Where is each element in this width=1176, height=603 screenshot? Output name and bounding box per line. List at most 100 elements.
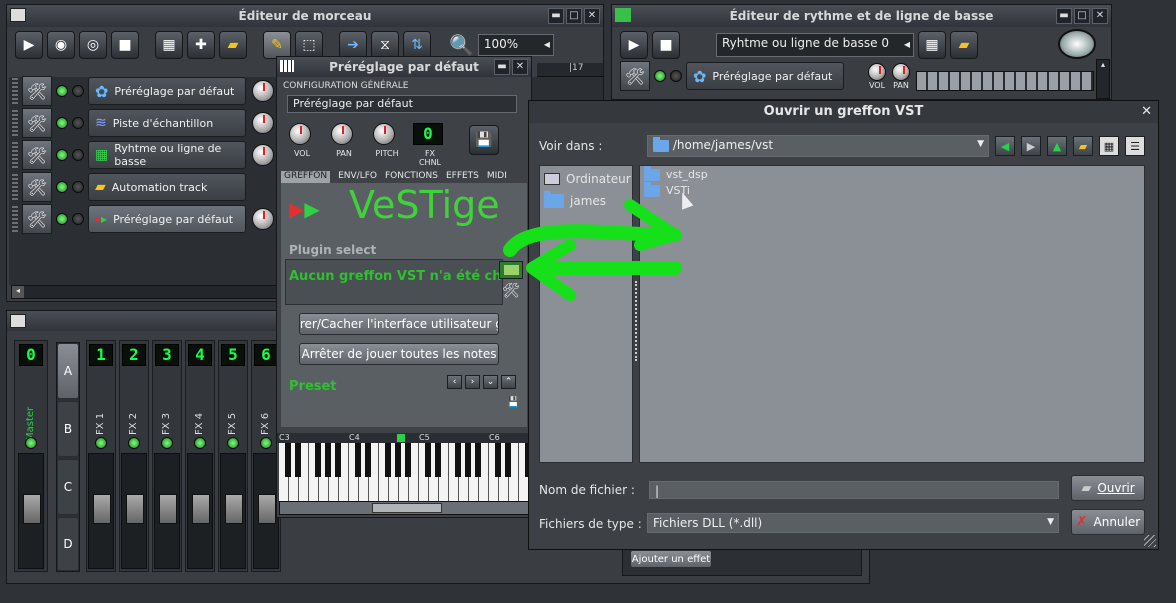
next-preset-button[interactable]: ›: [465, 375, 480, 389]
stop-button[interactable]: ■: [652, 31, 680, 59]
detail-view-button[interactable]: ☰: [1125, 136, 1145, 156]
maximize-button[interactable]: □: [1074, 8, 1090, 24]
look-in-combobox[interactable]: /home/james/vst ▼: [647, 135, 989, 157]
track-name[interactable]: ▸▸ Préréglage par défaut: [88, 205, 246, 233]
black-key[interactable]: [295, 443, 301, 477]
track-name[interactable]: ▰ Automation track: [88, 173, 246, 201]
tab-effects[interactable]: EFFETS: [446, 171, 479, 183]
maximize-button[interactable]: □: [566, 8, 582, 24]
track-grip[interactable]: [12, 206, 18, 232]
open-button[interactable]: ▰ Ouvrir: [1071, 475, 1145, 501]
track-tools-button[interactable]: 🛠: [22, 172, 52, 202]
new-folder-button[interactable]: ▰: [1073, 136, 1093, 156]
black-key[interactable]: [435, 443, 441, 477]
mute-led[interactable]: [56, 213, 68, 225]
resize-grip[interactable]: [1144, 535, 1156, 547]
timeline-ruler[interactable]: |17: [537, 63, 603, 77]
mute-led[interactable]: [56, 117, 68, 129]
track-name[interactable]: ≋ Piste d'échantillon: [88, 109, 246, 137]
track-tools-button[interactable]: 🛠: [22, 76, 52, 106]
track-row[interactable]: 🛠 ▰ Automation track: [12, 172, 246, 202]
black-key[interactable]: [335, 443, 341, 477]
mixer-channel[interactable]: 1 FX 1: [86, 340, 116, 572]
edit-mode-button[interactable]: ⬚: [295, 31, 323, 59]
channel-mute-led[interactable]: [260, 437, 272, 449]
channel-fader[interactable]: [220, 453, 246, 569]
instrument-name-field[interactable]: Préréglage par défaut: [287, 95, 517, 113]
stop-button[interactable]: ■: [111, 31, 139, 59]
vol-knob[interactable]: VOL: [289, 123, 315, 158]
channel-fader[interactable]: [88, 453, 114, 569]
file-list[interactable]: vst_dsp VSTi: [639, 165, 1145, 463]
pattern-selector[interactable]: Ryhtme ou ligne de basse 0 ◂: [716, 33, 914, 57]
minimize-button[interactable]: ▬: [548, 8, 564, 24]
loop-points-button[interactable]: ⧖: [371, 31, 399, 59]
bank-b-button[interactable]: B: [57, 401, 79, 457]
back-button[interactable]: ◀: [995, 136, 1015, 156]
channel-fader[interactable]: [121, 453, 147, 569]
play-button[interactable]: ▶: [15, 31, 43, 59]
channel-mute-led[interactable]: [95, 437, 107, 449]
black-key[interactable]: [355, 443, 361, 477]
black-key[interactable]: [455, 443, 461, 477]
draw-mode-button[interactable]: ✎: [263, 31, 291, 59]
forward-button[interactable]: ▶: [1021, 136, 1041, 156]
bank-a-button[interactable]: A: [57, 343, 79, 399]
solo-led[interactable]: [72, 117, 84, 129]
solo-led[interactable]: [72, 213, 84, 225]
mute-led[interactable]: [56, 181, 68, 193]
close-button[interactable]: ✕: [1092, 8, 1108, 24]
add-beat-track-button[interactable]: ▦: [155, 31, 183, 59]
black-key[interactable]: [425, 443, 431, 477]
black-key[interactable]: [365, 443, 371, 477]
mixer-channel-master[interactable]: 0 Master: [14, 340, 48, 572]
beat-track-row[interactable]: 🛠 ✿ Préréglage par défaut: [620, 61, 844, 91]
track-name[interactable]: ▦ Ryhtme ou ligne de basse: [88, 141, 246, 169]
piano-scrollbar[interactable]: [279, 501, 529, 515]
step-sequencer[interactable]: [916, 71, 1094, 91]
tab-functions[interactable]: FONCTIONS: [385, 171, 438, 183]
filetype-select[interactable]: Fichiers DLL (*.dll) ▼: [647, 513, 1059, 533]
filename-input[interactable]: |: [649, 481, 1059, 499]
save-preset-icon[interactable]: 💾: [507, 397, 519, 408]
black-key[interactable]: [395, 443, 401, 477]
add-effect-button[interactable]: Ajouter un effet: [630, 550, 712, 568]
channel-fader[interactable]: [154, 453, 180, 569]
track-row[interactable]: 🛠 ▦ Ryhtme ou ligne de basse: [12, 140, 274, 170]
play-button[interactable]: ▶: [620, 31, 648, 59]
cancel-button[interactable]: ✗ Annuler: [1071, 509, 1145, 535]
prev-preset-button[interactable]: ‹: [447, 375, 462, 389]
pitch-knob[interactable]: PITCH: [373, 123, 401, 158]
channel-fader[interactable]: [187, 453, 213, 569]
record-button[interactable]: ◉: [47, 31, 75, 59]
channel-mute-led[interactable]: [227, 437, 239, 449]
dialog-close-button[interactable]: ✕: [1141, 104, 1152, 119]
bank-c-button[interactable]: C: [57, 459, 79, 515]
mute-led[interactable]: [654, 70, 666, 82]
preset-up-button[interactable]: ⌃: [501, 375, 516, 389]
file-item[interactable]: vst_dsp: [644, 165, 708, 181]
scroll-handle[interactable]: [372, 503, 442, 513]
add-beat-button[interactable]: ▦: [918, 31, 946, 59]
channel-fader[interactable]: [18, 453, 44, 569]
channel-mute-led[interactable]: [194, 437, 206, 449]
track-tools-button[interactable]: 🛠: [620, 61, 650, 91]
solo-led[interactable]: [72, 149, 84, 161]
track-row[interactable]: 🛠 ✿ Préréglage par défaut: [12, 76, 274, 106]
solo-led[interactable]: [72, 85, 84, 97]
close-button[interactable]: ✕: [512, 59, 528, 75]
tab-env-lfo[interactable]: ENV/LFO: [338, 171, 377, 183]
scroll-left-arrow[interactable]: ◂: [12, 286, 24, 298]
auto-scroll-button[interactable]: ⇅: [403, 31, 431, 59]
mixer-channel[interactable]: 4 FX 4: [185, 340, 215, 572]
black-key[interactable]: [505, 443, 511, 477]
black-key[interactable]: [385, 443, 391, 477]
track-grip[interactable]: [12, 78, 18, 104]
track-grip[interactable]: [12, 142, 18, 168]
channel-mute-led[interactable]: [25, 437, 37, 449]
black-key[interactable]: [285, 443, 291, 477]
volume-knob[interactable]: [252, 112, 274, 134]
track-tools-button[interactable]: 🛠: [22, 204, 52, 234]
black-key[interactable]: [325, 443, 331, 477]
volume-knob[interactable]: [252, 144, 274, 166]
